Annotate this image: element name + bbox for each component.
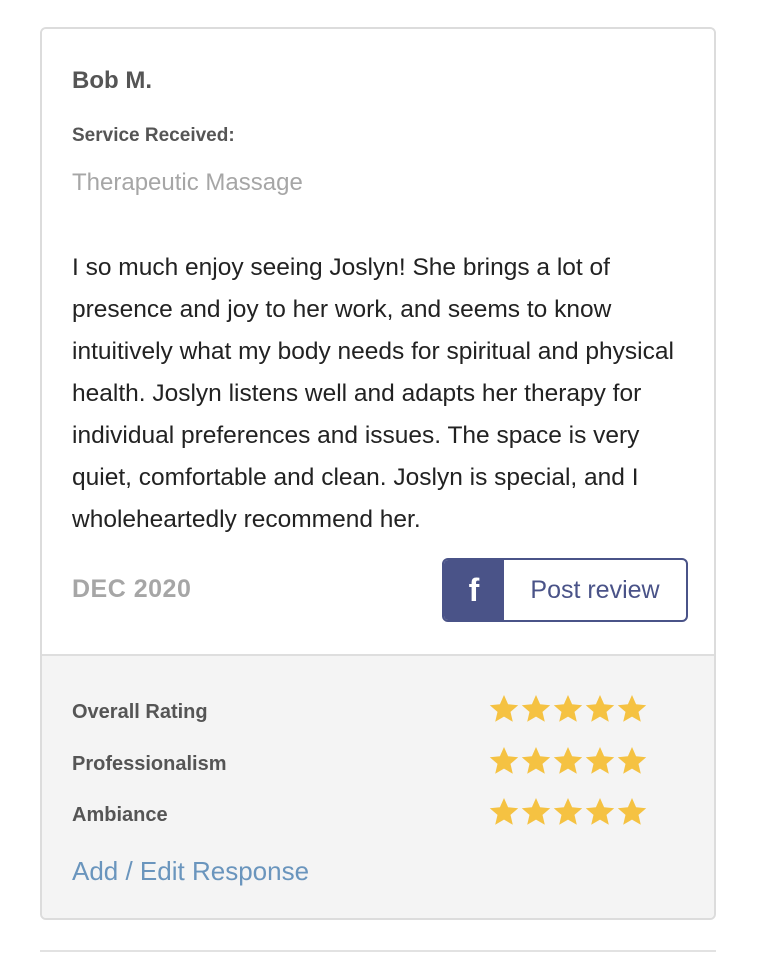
star-icon [553, 798, 583, 825]
star-icon [617, 798, 647, 825]
service-value: Therapeutic Massage [72, 169, 303, 196]
star-icon [489, 695, 519, 722]
service-label: Service Received: [72, 125, 235, 146]
ratings-panel: Overall Rating Professionalism Ambiance … [42, 654, 714, 918]
star-icon [617, 695, 647, 722]
star-icon [585, 695, 615, 722]
star-icon [617, 747, 647, 774]
star-icon [489, 747, 519, 774]
star-rating [488, 745, 648, 777]
star-icon [553, 695, 583, 722]
star-icon [585, 747, 615, 774]
rating-row-professionalism: Professionalism [72, 743, 672, 783]
reviewer-name: Bob M. [72, 67, 152, 94]
rating-label: Overall Rating [72, 701, 208, 723]
star-icon [521, 747, 551, 774]
star-rating [488, 796, 648, 828]
rating-label: Ambiance [72, 804, 168, 826]
review-card: Bob M. Service Received: Therapeutic Mas… [40, 27, 716, 920]
post-review-label: Post review [530, 575, 660, 604]
review-text: I so much enjoy seeing Joslyn! She bring… [72, 254, 674, 533]
rating-label: Professionalism [72, 753, 227, 775]
review-content: Bob M. Service Received: Therapeutic Mas… [42, 29, 714, 654]
star-icon [585, 798, 615, 825]
star-icon [521, 798, 551, 825]
star-rating [488, 693, 648, 725]
divider [40, 950, 716, 952]
rating-row-ambiance: Ambiance [72, 794, 672, 834]
add-edit-response-link[interactable]: Add / Edit Response [72, 856, 309, 887]
star-icon [553, 747, 583, 774]
rating-row-overall: Overall Rating [72, 691, 672, 731]
star-icon [489, 798, 519, 825]
review-date: DEC 2020 [72, 575, 192, 603]
star-icon [521, 695, 551, 722]
post-review-facebook-button[interactable]: f Post review [442, 558, 688, 622]
facebook-icon: f [444, 560, 504, 620]
